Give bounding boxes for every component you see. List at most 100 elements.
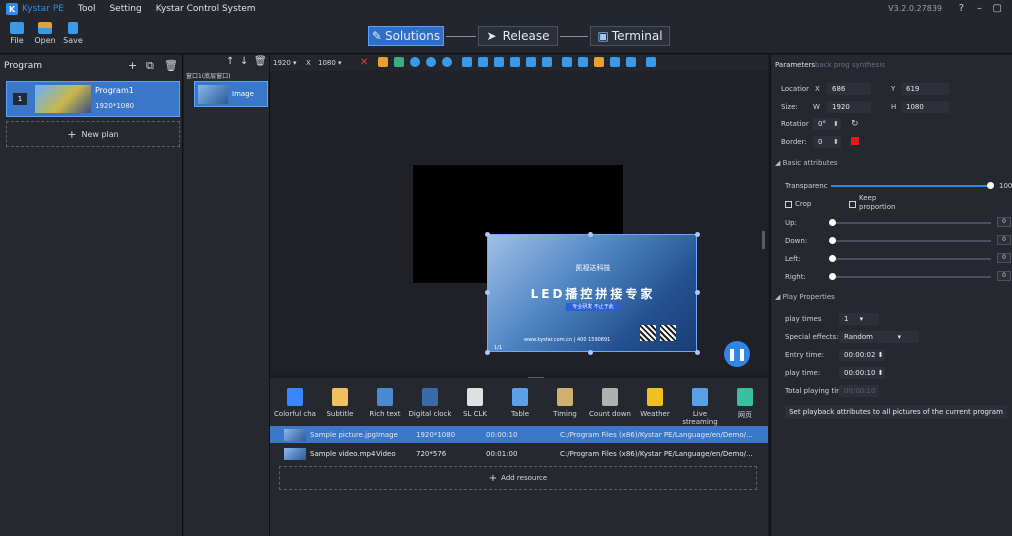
up-slider[interactable] (831, 222, 991, 224)
terminal-tab[interactable]: ▣ Terminal (590, 26, 670, 46)
resize-handle[interactable] (485, 350, 490, 355)
align-top-icon[interactable] (510, 57, 520, 67)
maximize-icon[interactable]: ▢ (993, 3, 1002, 14)
left-slider-knob[interactable] (829, 255, 836, 262)
close-icon[interactable]: ✕ (360, 57, 370, 68)
resource-type-button[interactable]: Weather (632, 388, 678, 418)
resource-type-button[interactable]: Rich text (362, 388, 408, 418)
menu-setting[interactable]: Setting (109, 4, 141, 14)
right-value-box[interactable]: 0 (997, 271, 1011, 281)
zoom-out-icon[interactable] (426, 57, 436, 67)
entry-time-input[interactable]: 00:00:02 ⬍ (839, 349, 885, 361)
copy-program-icon[interactable]: ⧉ (146, 59, 154, 73)
delete-program-icon[interactable]: 🗑 (164, 59, 178, 72)
distribute-icon[interactable] (594, 57, 604, 67)
location-x-input[interactable]: 686 (827, 83, 871, 95)
up-slider-knob[interactable] (829, 219, 836, 226)
apply-to-all-button[interactable]: Set playback attributes to all pictures … (785, 405, 1007, 419)
vertical-scrollbar[interactable] (762, 231, 765, 249)
program-item[interactable]: 1 Program1 1920*1080 (6, 81, 180, 117)
resize-handle[interactable] (485, 290, 490, 295)
play-time-input[interactable]: 00:00:10 ⬍ (839, 367, 885, 379)
basic-attributes-header[interactable]: ◢ Basic attributes (775, 159, 838, 167)
fullscreen-icon[interactable] (626, 57, 636, 67)
play-times-select[interactable]: 1 ▾ (839, 313, 879, 325)
pause-button[interactable]: ❚❚ (724, 341, 750, 367)
align-center-icon[interactable] (478, 57, 488, 67)
left-slider[interactable] (831, 258, 991, 260)
align-right-icon[interactable] (494, 57, 504, 67)
resize-handle[interactable] (695, 232, 700, 237)
move-up-icon[interactable]: ↑ (226, 56, 234, 67)
size-h-input[interactable]: 1080 (901, 101, 949, 113)
release-tab[interactable]: ➤ Release (478, 26, 558, 46)
solutions-tab[interactable]: ✎ Solutions (368, 26, 444, 46)
minimize-icon[interactable]: – (977, 3, 982, 14)
new-plan-button[interactable]: + New plan (6, 121, 180, 147)
add-resource-button[interactable]: + Add resource (279, 466, 757, 490)
up-value-box[interactable]: 0 (997, 217, 1011, 227)
add-program-icon[interactable]: + (128, 59, 137, 72)
hand-icon[interactable] (394, 57, 404, 67)
stepper-icon[interactable]: ⬍ (833, 120, 839, 128)
marker-icon[interactable] (378, 57, 388, 67)
resource-type-button[interactable]: Live streaming (677, 388, 723, 426)
transparency-slider-knob[interactable] (987, 182, 994, 189)
resource-type-button[interactable]: Count down (587, 388, 633, 418)
border-color-swatch[interactable] (851, 137, 859, 145)
rotate-reset-icon[interactable]: ↻ (851, 119, 859, 129)
resource-type-button[interactable]: Table (497, 388, 543, 418)
stepper-icon[interactable]: ⬍ (833, 138, 839, 146)
file-button[interactable]: File (4, 22, 30, 45)
layout-icon[interactable] (610, 57, 620, 67)
help-icon[interactable]: ? (959, 3, 964, 14)
resize-handle[interactable] (695, 350, 700, 355)
align-bottom-icon[interactable] (542, 57, 552, 67)
down-value-box[interactable]: 0 (997, 235, 1011, 245)
resource-row[interactable]: Sample video.mp4 Video 720*576 00:01:00 C:/P… (270, 445, 768, 462)
transparency-slider[interactable] (831, 185, 991, 187)
canvas-height-select[interactable]: 1080 ▾ (318, 57, 342, 69)
resource-row[interactable]: Sample picture.jpg Image 1920*1080 00:00:10… (270, 426, 768, 443)
resize-handle[interactable] (695, 290, 700, 295)
tab-parameters[interactable]: Parameters (775, 61, 815, 69)
delete-layer-icon[interactable]: 🗑 (254, 56, 267, 67)
resize-handle[interactable] (485, 232, 490, 237)
save-button[interactable]: Save (60, 22, 86, 45)
crop-checkbox[interactable] (785, 201, 792, 208)
down-slider[interactable] (831, 240, 991, 242)
keep-proportion-checkbox[interactable] (849, 201, 856, 208)
right-slider-knob[interactable] (829, 273, 836, 280)
special-effects-select[interactable]: Random ▾ (839, 331, 919, 343)
zoom-in-icon[interactable] (410, 57, 420, 67)
resize-handle[interactable] (588, 350, 593, 355)
fill-height-icon[interactable] (578, 57, 588, 67)
resource-type-button[interactable]: 网页 (722, 388, 768, 420)
align-left-icon[interactable] (462, 57, 472, 67)
open-button[interactable]: Open (32, 22, 58, 45)
resource-type-button[interactable]: SL CLK (452, 388, 498, 418)
align-middle-icon[interactable] (526, 57, 536, 67)
resize-handle[interactable] (588, 232, 593, 237)
fit-icon[interactable] (442, 57, 452, 67)
fill-width-icon[interactable] (562, 57, 572, 67)
resource-type-button[interactable]: Timing (542, 388, 588, 418)
resource-type-button[interactable]: Digital clock (407, 388, 453, 418)
snap-icon[interactable] (646, 57, 656, 67)
left-value-box[interactable]: 0 (997, 253, 1011, 263)
resource-type-button[interactable]: Colorful cha (272, 388, 318, 418)
layer-item[interactable]: Image (194, 81, 268, 107)
resource-type-button[interactable]: Subtitle (317, 388, 363, 418)
menu-kystar-control-system[interactable]: Kystar Control System (156, 4, 256, 14)
move-down-icon[interactable]: ↓ (240, 56, 248, 67)
size-w-input[interactable]: 1920 (827, 101, 871, 113)
down-slider-knob[interactable] (829, 237, 836, 244)
play-properties-header[interactable]: ◢ Play Properties (775, 293, 835, 301)
canvas-width-select[interactable]: 1920 ▾ (273, 57, 297, 69)
media-element[interactable]: 凯视达科技 LED播控拼接专家 专业研发 不止于此 www.kystar.com… (487, 234, 697, 352)
version-label: V3.2.0.27839 (888, 4, 942, 13)
tab-other[interactable]: back prog synthesis (815, 61, 885, 69)
right-slider[interactable] (831, 276, 991, 278)
location-y-input[interactable]: 619 (901, 83, 949, 95)
menu-tool[interactable]: Tool (78, 4, 95, 14)
